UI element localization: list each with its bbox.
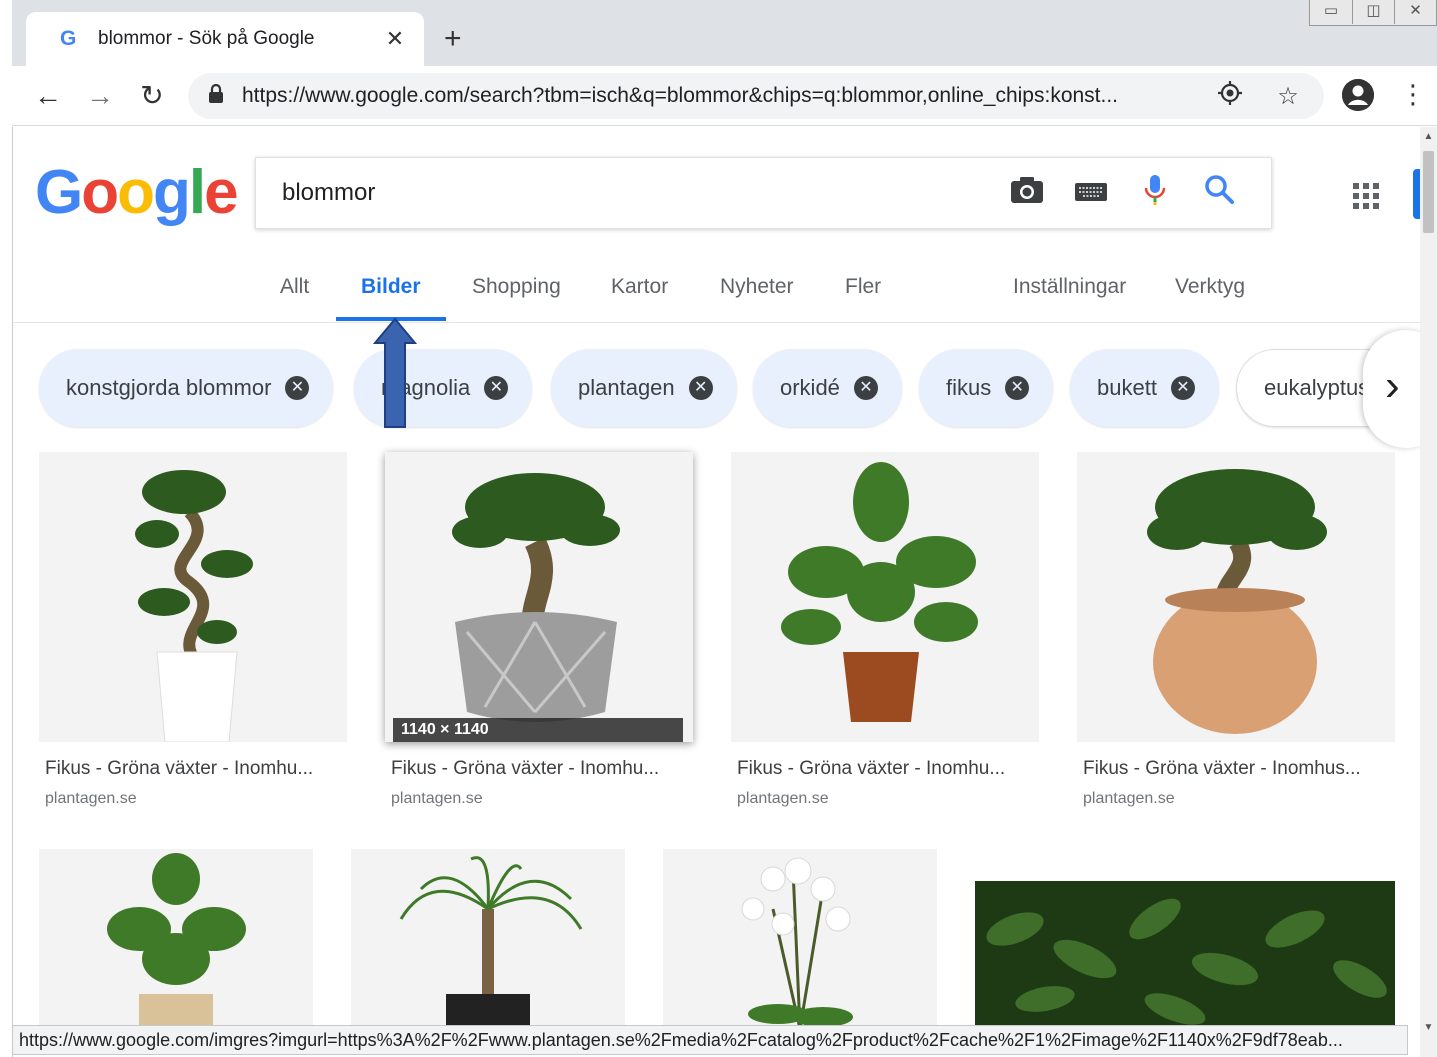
plant-image-ponytail-palm[interactable] [351,849,625,1029]
tab-maps[interactable]: Kartor [611,275,668,299]
close-window-button[interactable]: ✕ [1394,0,1436,24]
sign-in-button[interactable] [1413,169,1420,219]
plant-image-bonsai-grey-pot[interactable]: 1140 × 1140 [385,452,693,742]
chip-plantagen[interactable]: plantagen ✕ [551,349,737,427]
chip-bukett[interactable]: bukett ✕ [1070,349,1219,427]
window-controls: ▭ ◫ ✕ [1309,0,1437,26]
annotation-arrow-icon [373,317,417,428]
scrollbar-thumb[interactable] [1423,151,1434,233]
chip-konstgjorda-blommor[interactable]: konstgjorda blommor ✕ [39,349,334,427]
chevron-right-icon[interactable]: › [1363,330,1420,448]
plant-image-ficus-terracotta-pot[interactable] [1077,452,1395,742]
result-source[interactable]: plantagen.se [737,790,829,808]
chip-label: fikus [946,375,992,400]
search-input[interactable]: blommor [282,179,995,207]
tab-all[interactable]: Allt [280,275,309,299]
address-bar[interactable]: https://www.google.com/search?tbm=isch&q… [188,73,1324,119]
google-favicon-icon: G [60,27,77,50]
chip-orkide[interactable]: orkidé ✕ [753,349,902,427]
profile-avatar-icon[interactable] [1342,79,1374,111]
result-title[interactable]: Fikus - Gröna växter - Inomhu... [45,758,313,780]
search-box[interactable]: blommor [255,157,1272,229]
result-source[interactable]: plantagen.se [1083,790,1175,808]
remove-chip-icon[interactable]: ✕ [1005,376,1030,400]
google-apps-icon[interactable] [1353,183,1379,209]
page-scrollbar[interactable]: ▲ ▼ [1420,127,1437,1057]
browser-toolbar: ← → ↻ https://www.google.com/search?tbm=… [12,66,1437,126]
chip-label: eukalyptus [1264,375,1370,400]
google-images-page: Google blommor Allt Bilder Shopping Kart… [12,127,1420,1057]
result-title[interactable]: Fikus - Gröna växter - Inomhu... [391,758,659,780]
chip-fikus[interactable]: fikus ✕ [919,349,1054,427]
chip-label: orkidé [780,375,840,400]
plant-image-bonsai-white-pot[interactable] [39,452,347,742]
result-source[interactable]: plantagen.se [45,790,137,808]
remove-chip-icon[interactable]: ✕ [853,376,878,400]
tab-images[interactable]: Bilder [361,275,421,299]
tab-tools[interactable]: Verktyg [1175,275,1245,299]
remove-chip-icon[interactable]: ✕ [285,376,310,400]
remove-chip-icon[interactable]: ✕ [484,376,509,400]
plant-image-ficus-leaves-closeup[interactable] [975,849,1395,1029]
plant-image-clusia[interactable] [39,849,313,1029]
browser-tabstrip: G blommor - Sök på Google ✕ + ▭ ◫ ✕ [0,0,1437,66]
scroll-down-icon[interactable]: ▼ [1420,1022,1437,1033]
bookmark-star-icon[interactable]: ☆ [1268,82,1308,111]
remove-chip-icon[interactable]: ✕ [1170,376,1195,400]
maximize-button[interactable]: ◫ [1352,0,1394,24]
tab-settings[interactable]: Inställningar [1013,275,1126,299]
browser-tab[interactable]: G blommor - Sök på Google ✕ [26,12,424,66]
plant-image-rubber-plant[interactable] [731,452,1039,742]
result-title[interactable]: Fikus - Gröna växter - Inomhu... [737,758,1005,780]
tab-shopping[interactable]: Shopping [472,275,561,299]
search-tabs: Allt Bilder Shopping Kartor Nyheter Fler… [13,267,1420,323]
chip-label: plantagen [578,375,675,400]
scroll-up-icon[interactable]: ▲ [1420,131,1437,142]
tab-more[interactable]: Fler [845,275,881,299]
tab-title: blommor - Sök på Google [98,28,315,49]
plant-image-white-orchid[interactable] [663,849,937,1029]
result-source[interactable]: plantagen.se [391,790,483,808]
camera-icon[interactable] [995,176,1059,211]
refinement-chips: konstgjorda blommor ✕ magnolia ✕ plantagen… [39,349,1420,427]
status-bar-url: https://www.google.com/imgres?imgurl=htt… [12,1025,1408,1055]
google-logo[interactable]: Google [35,157,239,228]
url-text[interactable]: https://www.google.com/search?tbm=isch&q… [242,84,1210,108]
chip-label: bukett [1097,375,1157,400]
reload-icon[interactable]: ↻ [126,79,178,112]
image-dimensions: 1140 × 1140 [393,718,683,742]
lock-icon [208,83,228,109]
chip-label: konstgjorda blommor [66,375,272,400]
back-arrow-icon[interactable]: ← [22,80,74,112]
remove-chip-icon[interactable]: ✕ [688,376,713,400]
new-tab-button[interactable]: + [444,22,462,56]
minimize-button[interactable]: ▭ [1310,0,1352,24]
browser-menu-icon[interactable]: ⋮ [1400,76,1426,112]
result-title[interactable]: Fikus - Gröna växter - Inomhus... [1083,758,1361,780]
microphone-icon[interactable] [1123,174,1187,213]
keyboard-icon[interactable] [1059,177,1123,209]
forward-arrow-icon[interactable]: → [74,80,126,112]
search-icon[interactable] [1187,174,1251,212]
tab-close-icon[interactable]: ✕ [382,26,408,52]
location-icon[interactable] [1210,80,1250,113]
tab-news[interactable]: Nyheter [720,275,794,299]
